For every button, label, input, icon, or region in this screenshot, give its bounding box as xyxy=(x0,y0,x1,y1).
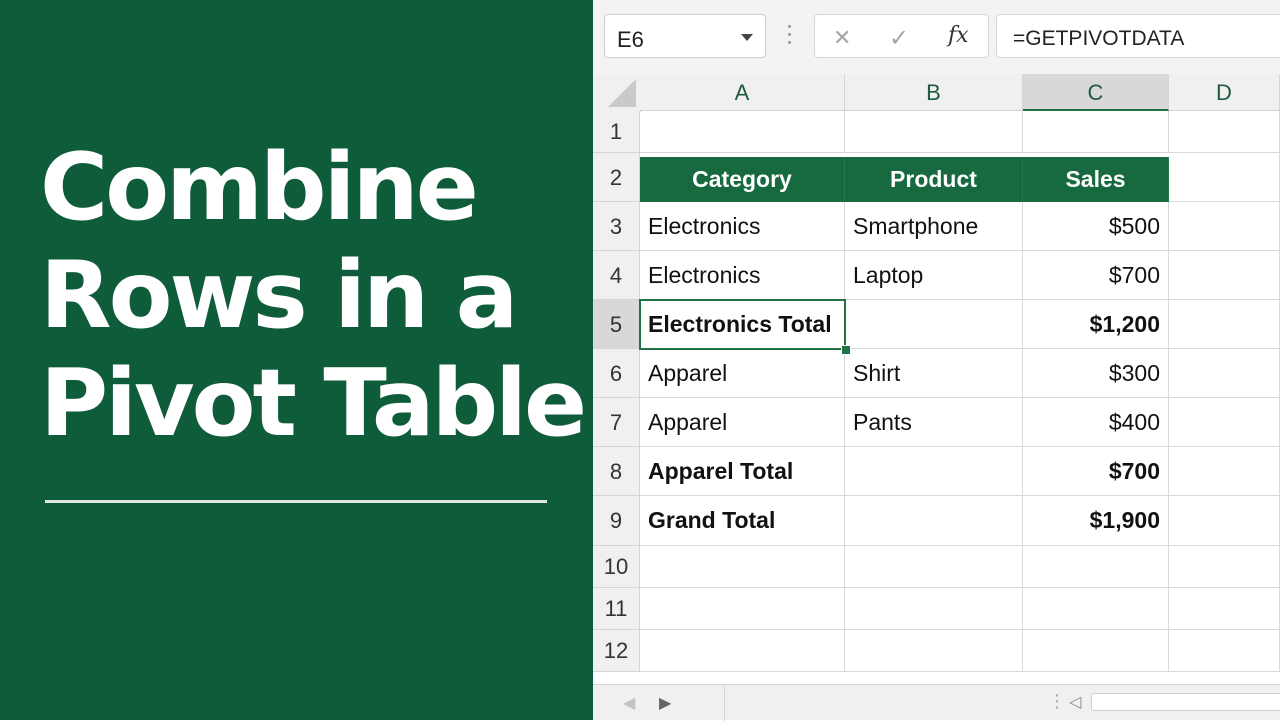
grid-cell[interactable] xyxy=(845,588,1023,630)
formula-text: =GETPIVOTDATA xyxy=(1013,27,1185,50)
grid-cell[interactable] xyxy=(1169,202,1280,251)
grid-cell[interactable] xyxy=(640,588,845,630)
table-cell-category[interactable]: Apparel xyxy=(640,398,845,447)
table-header-cell[interactable]: Product xyxy=(845,157,1023,202)
grid-cell[interactable] xyxy=(1169,496,1280,546)
row-header-7[interactable]: 7 xyxy=(593,398,640,447)
formula-input[interactable]: =GETPIVOTDATA xyxy=(996,14,1280,58)
grid-cell[interactable] xyxy=(1169,630,1280,672)
row-header-12[interactable]: 12 xyxy=(593,630,640,672)
table-cell-product[interactable] xyxy=(845,447,1023,496)
scroll-left-icon[interactable]: ◁ xyxy=(1069,692,1081,712)
table-cell-category[interactable]: Electronics xyxy=(640,251,845,300)
table-cell-product[interactable]: Pants xyxy=(845,398,1023,447)
table-cell-product[interactable] xyxy=(845,496,1023,546)
grid-cell[interactable] xyxy=(1169,349,1280,398)
table-cell-product[interactable]: Laptop xyxy=(845,251,1023,300)
headline-line-3: Pivot Table xyxy=(40,349,587,457)
grid-cell[interactable] xyxy=(1023,588,1169,630)
fill-handle[interactable] xyxy=(841,345,851,355)
grid-cell[interactable] xyxy=(845,546,1023,588)
grid-cell[interactable] xyxy=(1169,546,1280,588)
table-cell-category[interactable]: Apparel Total xyxy=(640,447,845,496)
spreadsheet-window: E6 ✕ ✓ fx =GETPIVOTDATA A B C D 1 2 3 4 5 6 7 8 9 10 1… xyxy=(593,0,1280,720)
chevron-down-icon[interactable] xyxy=(741,34,753,41)
table-cell-category[interactable]: Grand Total xyxy=(640,496,845,546)
checkmark-icon[interactable]: ✓ xyxy=(889,24,909,53)
select-all-corner[interactable] xyxy=(593,74,641,112)
table-cell-sales[interactable]: $700 xyxy=(1023,447,1169,496)
grid-cell[interactable] xyxy=(1169,300,1280,349)
grid-cell[interactable] xyxy=(1169,588,1280,630)
column-header-c[interactable]: C xyxy=(1023,74,1169,111)
table-cell-category[interactable]: Electronics Total xyxy=(640,300,845,349)
previous-sheet-icon[interactable]: ◀ xyxy=(623,693,635,713)
table-cell-sales[interactable]: $400 xyxy=(1023,398,1169,447)
more-vertical-icon[interactable] xyxy=(788,25,792,47)
table-cell-sales[interactable]: $300 xyxy=(1023,349,1169,398)
row-header-5[interactable]: 5 xyxy=(593,300,640,349)
title-panel: Combine Rows in a Pivot Table xyxy=(0,0,593,720)
table-cell-sales[interactable]: $500 xyxy=(1023,202,1169,251)
table-cell-product[interactable] xyxy=(845,300,1023,349)
more-vertical-icon[interactable]: ⋮ xyxy=(1048,691,1066,712)
row-header-3[interactable]: 3 xyxy=(593,202,640,251)
column-header-d[interactable]: D xyxy=(1169,74,1280,111)
table-cell-sales[interactable]: $700 xyxy=(1023,251,1169,300)
row-header-9[interactable]: 9 xyxy=(593,496,640,546)
table-cell-sales[interactable]: $1,200 xyxy=(1023,300,1169,349)
column-header-b[interactable]: B xyxy=(845,74,1023,111)
grid-cell[interactable] xyxy=(640,111,845,153)
horizontal-scrollbar[interactable] xyxy=(1091,693,1280,711)
grid-cell[interactable] xyxy=(1023,111,1169,153)
name-box[interactable]: E6 xyxy=(604,14,766,58)
grid-cell[interactable] xyxy=(1169,111,1280,153)
table-cell-product[interactable]: Shirt xyxy=(845,349,1023,398)
grid-cell[interactable] xyxy=(845,111,1023,153)
row-header-11[interactable]: 11 xyxy=(593,588,640,630)
fx-icon[interactable]: fx xyxy=(948,23,969,48)
sheet-tab-bar: ◀ ▶ ⋮ ◁ xyxy=(593,684,1280,721)
tab-divider xyxy=(724,685,725,721)
grid-cell[interactable] xyxy=(1169,398,1280,447)
headline-divider xyxy=(45,500,547,503)
headline-line-1: Combine xyxy=(40,133,479,241)
headline-line-2: Rows in a xyxy=(40,241,518,349)
grid-cell[interactable] xyxy=(1169,251,1280,300)
table-header-cell[interactable]: Sales xyxy=(1023,157,1169,202)
table-header-cell[interactable]: Category xyxy=(640,157,845,202)
table-cell-category[interactable]: Electronics xyxy=(640,202,845,251)
grid-cell[interactable] xyxy=(1023,630,1169,672)
row-header-1[interactable]: 1 xyxy=(593,111,640,153)
grid-cell[interactable] xyxy=(1169,153,1280,202)
row-header-4[interactable]: 4 xyxy=(593,251,640,300)
grid-cell[interactable] xyxy=(845,630,1023,672)
grid-cell[interactable] xyxy=(1169,447,1280,496)
cell-grid: A B C D 1 2 3 4 5 6 7 8 9 10 11 12 Category Product Sales E… xyxy=(593,74,1280,684)
row-header-10[interactable]: 10 xyxy=(593,546,640,588)
next-sheet-icon[interactable]: ▶ xyxy=(659,693,671,713)
headline: Combine Rows in a Pivot Table xyxy=(40,133,587,457)
formula-controls: ✕ ✓ fx xyxy=(814,14,989,58)
name-box-value: E6 xyxy=(617,27,644,52)
column-header-a[interactable]: A xyxy=(640,74,845,111)
table-cell-product[interactable]: Smartphone xyxy=(845,202,1023,251)
row-header-8[interactable]: 8 xyxy=(593,447,640,496)
grid-cell[interactable] xyxy=(1023,546,1169,588)
grid-cell[interactable] xyxy=(640,546,845,588)
table-cell-sales[interactable]: $1,900 xyxy=(1023,496,1169,546)
row-header-6[interactable]: 6 xyxy=(593,349,640,398)
table-cell-category[interactable]: Apparel xyxy=(640,349,845,398)
row-header-2[interactable]: 2 xyxy=(593,153,640,202)
cancel-icon[interactable]: ✕ xyxy=(833,25,851,51)
grid-cell[interactable] xyxy=(640,630,845,672)
